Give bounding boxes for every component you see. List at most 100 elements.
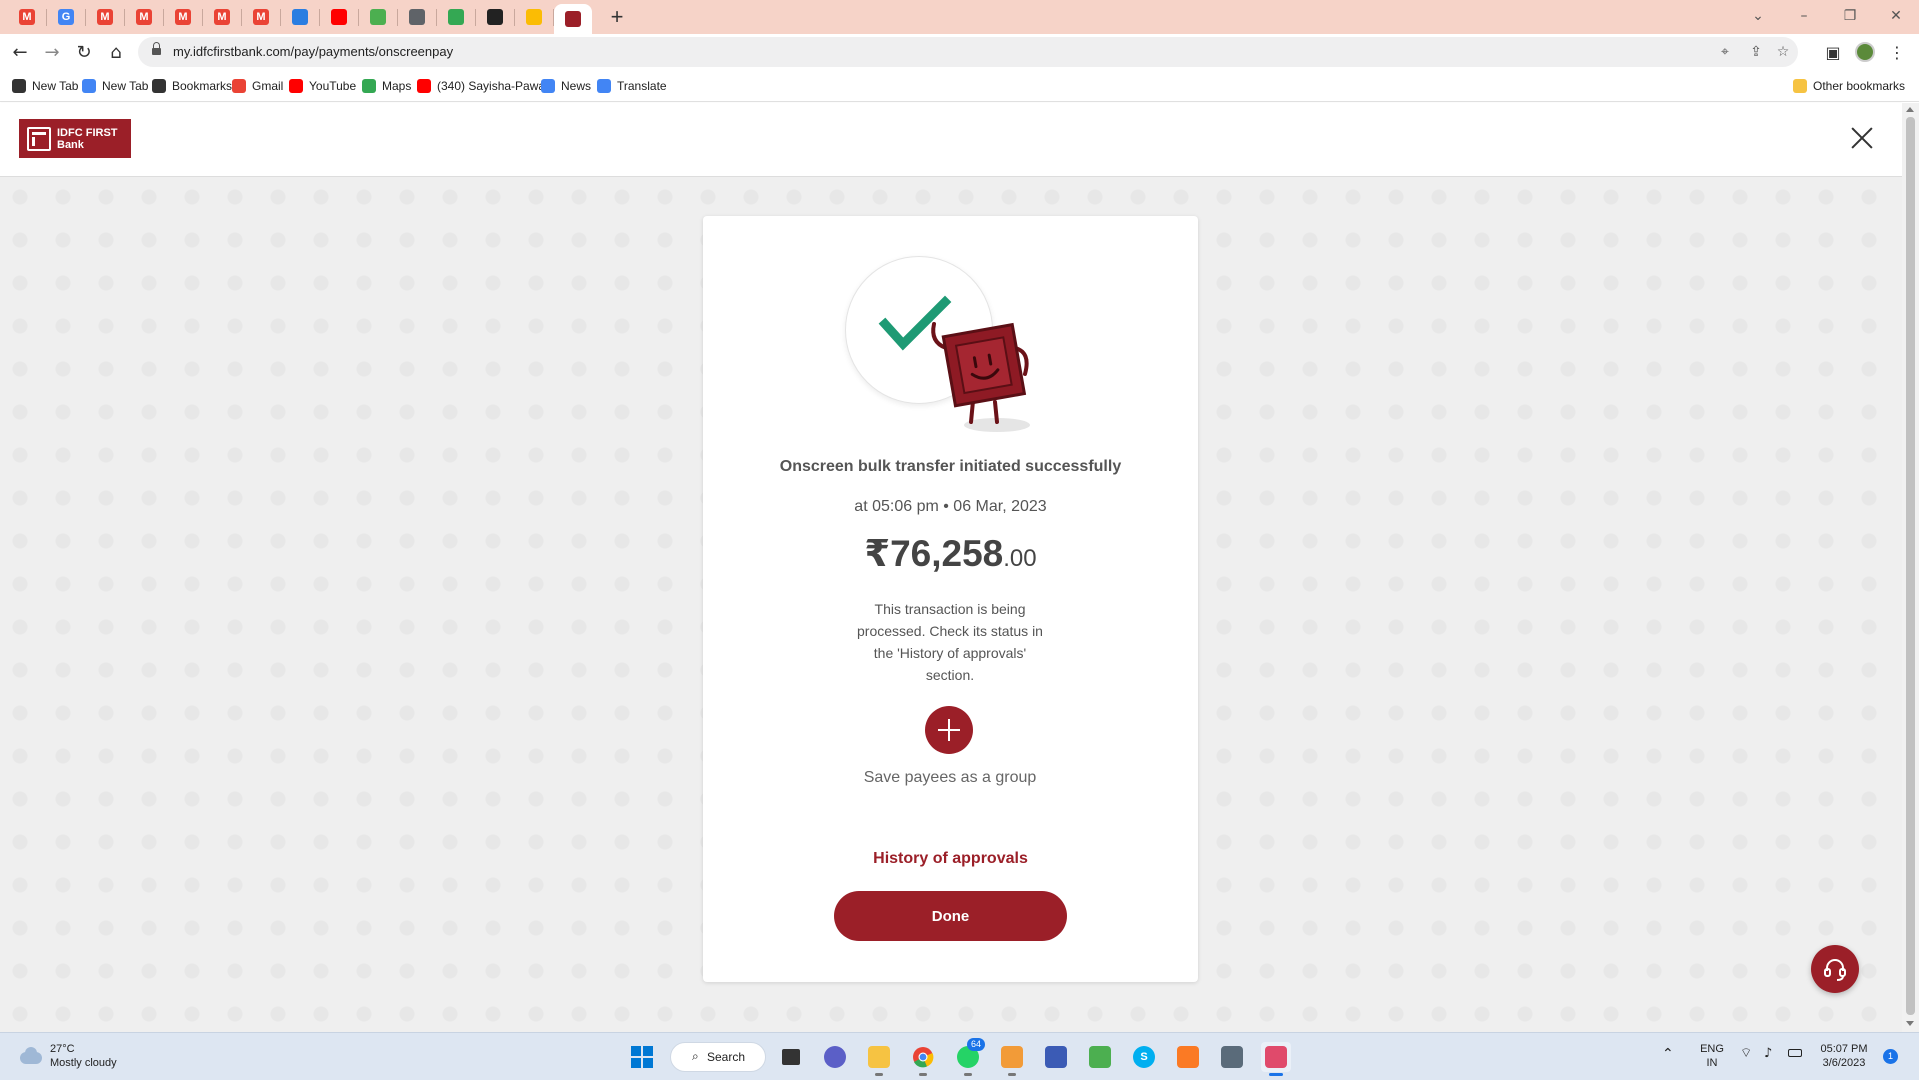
share-icon[interactable]: ⇪ [1746,42,1766,62]
history-of-approvals-link[interactable]: History of approvals [703,850,1198,868]
bookmark-item[interactable]: Maps [362,77,411,95]
bookmark-label: YouTube [309,79,357,93]
new-tab-button[interactable]: + [605,4,629,29]
browser-tab[interactable] [359,4,397,30]
clock[interactable]: 05:07 PM 3/6/2023 [1816,1042,1872,1070]
lock-icon[interactable] [152,42,161,57]
browser-tab[interactable]: M [86,4,124,30]
weather-widget[interactable]: 27°C Mostly cloudy [18,1042,117,1070]
weather-temperature: 27°C [50,1043,75,1055]
teams-chat-icon[interactable] [820,1042,850,1072]
browser-tab[interactable]: M [8,4,46,30]
minimize-button[interactable]: – [1794,6,1814,26]
brand-name-line2: Bank [57,138,84,151]
search-icon: ⌕ [692,1049,699,1063]
page-scrollbar[interactable] [1902,103,1919,1032]
profile-avatar[interactable] [1854,41,1876,63]
xampp-icon[interactable] [1173,1042,1203,1072]
amount-cents: .00 [1003,545,1037,572]
success-card: Onscreen bulk transfer initiated success… [703,216,1198,982]
location-icon[interactable]: ⌖ [1715,42,1735,62]
browser-tab[interactable] [515,4,553,30]
browser-tab[interactable] [476,4,514,30]
battery-icon[interactable] [1788,1049,1802,1057]
save-payees-group-button[interactable] [925,706,973,754]
file-explorer-icon[interactable] [864,1042,894,1076]
browser-tab[interactable]: M [164,4,202,30]
browser-tab[interactable] [398,4,436,30]
gmail-icon [232,79,246,93]
url-text: my.idfcfirstbank.com/pay/payments/onscre… [173,44,454,59]
menu-kebab-icon[interactable]: ⋮ [1886,41,1908,63]
other-bookmarks-label: Other bookmarks [1813,79,1906,93]
scroll-down-icon[interactable] [1906,1021,1914,1026]
bookmark-item[interactable]: New Tab [12,77,78,95]
back-button[interactable]: ← [9,41,31,63]
bookmark-item[interactable]: Bookmarks [152,77,232,95]
skype-icon[interactable]: S [1129,1042,1159,1072]
star-icon [152,79,166,93]
headset-icon [1824,959,1846,981]
restore-button[interactable]: ❐ [1840,6,1860,26]
news-icon [541,79,555,93]
bookmark-star-icon[interactable]: ☆ [1773,42,1793,62]
tray-chevron-up-icon[interactable]: ⌃ [1662,1047,1674,1061]
save-payees-group-label[interactable]: Save payees as a group [855,768,1045,788]
other-bookmarks[interactable]: Other bookmarks [1793,77,1905,95]
transfer-amount: ₹76,258.00 [703,532,1198,575]
browser-tab[interactable] [554,4,592,34]
browser-tab[interactable]: M [242,4,280,30]
idfc-logo-mark-icon [27,126,51,151]
browser-tab[interactable]: M [203,4,241,30]
done-button[interactable]: Done [834,891,1067,941]
taskbar-search[interactable]: ⌕ Search [670,1042,766,1072]
volume-icon[interactable]: ♪ [1764,1047,1772,1061]
bookmark-item[interactable]: Gmail [232,77,283,95]
close-icon[interactable] [1850,126,1874,150]
start-button[interactable] [627,1042,657,1072]
forward-button[interactable]: → [41,41,63,63]
browser-tab[interactable]: G [47,4,85,30]
browser-tab[interactable] [437,4,475,30]
chrome-icon[interactable] [908,1042,938,1076]
notification-badge[interactable]: 1 [1883,1049,1898,1064]
language-indicator[interactable]: ENG IN [1697,1042,1727,1070]
idfc-first-bank-logo[interactable]: IDFC FIRST Bank [19,119,131,158]
support-chat-button[interactable] [1811,945,1859,993]
scroll-up-icon[interactable] [1906,107,1914,112]
app-icon[interactable] [1041,1042,1071,1072]
close-window-button[interactable]: ✕ [1886,6,1906,26]
whatsapp-icon[interactable]: 64 [953,1038,986,1076]
translate-icon [597,79,611,93]
bookmark-item[interactable]: Translate [597,77,667,95]
address-bar[interactable]: my.idfcfirstbank.com/pay/payments/onscre… [138,37,1798,67]
amount-main: ₹76,258 [864,533,1004,574]
bookmark-label: Bookmarks [172,79,233,93]
language-line2: IN [1706,1057,1718,1069]
success-illustration [845,256,1060,436]
scrollbar-thumb[interactable] [1906,117,1915,1015]
bookmark-item[interactable]: (340) Sayisha-Pawa... [417,77,555,95]
wifi-icon[interactable]: ⌔ [1740,1047,1752,1061]
bookmark-item[interactable]: News [541,77,591,95]
home-button[interactable]: ⌂ [105,41,127,63]
reload-button[interactable]: ↻ [73,41,95,63]
browser-tab[interactable] [281,4,319,30]
calculator-icon[interactable] [1217,1042,1247,1072]
windows-taskbar: 27°C Mostly cloudy ⌕ Search 64 S ⌃ ENG I… [0,1032,1919,1080]
side-panel-icon[interactable]: ▣ [1822,41,1844,63]
snipping-tool-icon[interactable] [997,1042,1027,1076]
app-icon[interactable] [1085,1042,1115,1072]
language-line1: ENG [1700,1043,1724,1055]
task-view-icon[interactable] [776,1042,806,1072]
bookmark-label: News [561,79,592,93]
snip-sketch-icon[interactable] [1261,1042,1291,1076]
globe-icon [12,79,26,93]
browser-tab-strip: M G M M M M M + ⌄ – ❐ ✕ [0,0,1919,34]
browser-tab[interactable] [320,4,358,30]
bookmark-item[interactable]: YouTube [289,77,356,95]
tab-search-chevron-icon[interactable]: ⌄ [1748,6,1768,26]
bookmark-item[interactable]: New Tab [82,77,148,95]
transaction-timestamp: at 05:06 pm • 06 Mar, 2023 [854,498,1047,515]
browser-tab[interactable]: M [125,4,163,30]
